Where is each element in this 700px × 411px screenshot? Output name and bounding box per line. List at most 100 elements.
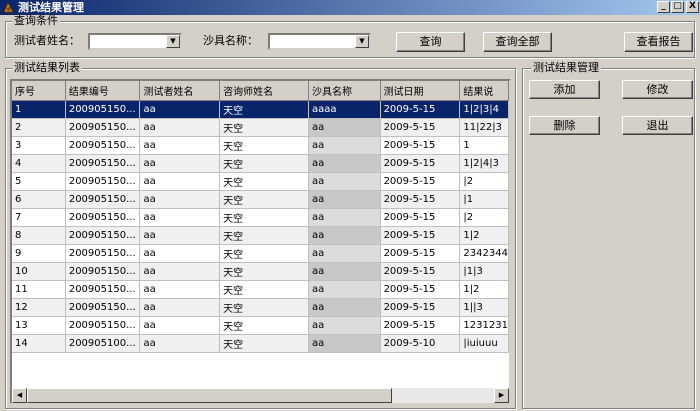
result-table: 序号 结果编号 测试者姓名 咨询师姓名 沙具名称 测试日期 结果说 1 200905150..…: [12, 81, 509, 353]
table-cell: aa: [308, 334, 381, 353]
result-list-legend: 测试结果列表: [12, 61, 82, 74]
table-cell: 天空: [219, 280, 310, 299]
table-cell: 12: [12, 298, 66, 317]
horizontal-scrollbar[interactable]: ◀ ▶: [12, 388, 509, 403]
view-report-button[interactable]: 查看报告: [624, 32, 693, 52]
table-cell: 200905150...: [65, 100, 141, 119]
table-cell: 1: [12, 100, 66, 119]
table-cell: 天空: [219, 316, 310, 335]
column-header[interactable]: 咨询师姓名: [219, 81, 310, 101]
table-cell: aa: [139, 244, 221, 263]
table-cell: 天空: [219, 334, 310, 353]
table-row[interactable]: 7 200905150... aa 天空 aa 2009-5-15 |2: [12, 208, 509, 227]
table-cell: 200905150...: [65, 208, 141, 227]
table-cell: 天空: [219, 172, 310, 191]
column-header[interactable]: 测试者姓名: [139, 81, 221, 101]
table-cell: 10: [12, 262, 66, 281]
column-header[interactable]: 测试日期: [380, 81, 461, 101]
table-cell: 200905150...: [65, 190, 141, 209]
query-button[interactable]: 查询: [396, 32, 465, 52]
table-cell: 1|2|3|4: [459, 100, 509, 119]
table-cell: 1|2: [459, 226, 509, 245]
table-cell: 天空: [219, 262, 310, 281]
table-cell: aa: [308, 262, 381, 281]
table-cell: 200905100...: [65, 334, 141, 353]
close-button[interactable]: X: [686, 1, 699, 13]
table-cell: 14: [12, 334, 66, 353]
table-cell: 200905150...: [65, 280, 141, 299]
column-header[interactable]: 结果说: [459, 81, 509, 101]
table-row[interactable]: 12 200905150... aa 天空 aa 2009-5-15 1||3: [12, 298, 509, 317]
table-cell: 2009-5-15: [380, 172, 461, 191]
table-row[interactable]: 9 200905150... aa 天空 aa 2009-5-15 2342344: [12, 244, 509, 263]
table-cell: 1||3: [459, 298, 509, 317]
scroll-right-icon[interactable]: ▶: [494, 388, 509, 403]
table-cell: 天空: [219, 154, 310, 173]
table-cell: 2342344: [459, 244, 509, 263]
column-header[interactable]: 结果编号: [65, 81, 141, 101]
maximize-button[interactable]: □: [671, 1, 684, 13]
table-cell: aa: [308, 280, 381, 299]
table-cell: 200905150...: [65, 244, 141, 263]
table-cell: aa: [308, 190, 381, 209]
table-cell: 天空: [219, 244, 310, 263]
delete-button[interactable]: 删除: [529, 116, 600, 135]
table-cell: aa: [139, 172, 221, 191]
table-row[interactable]: 1 200905150... aa 天空 aaaa 2009-5-15 1|2|3|4: [12, 100, 509, 119]
exit-button[interactable]: 退出: [622, 116, 693, 135]
column-header[interactable]: 序号: [12, 81, 66, 101]
table-cell: 天空: [219, 208, 310, 227]
table-row[interactable]: 10 200905150... aa 天空 aa 2009-5-15 |1|3: [12, 262, 509, 281]
table-cell: 200905150...: [65, 262, 141, 281]
table-cell: aa: [308, 226, 381, 245]
table-cell: 1|2|4|3: [459, 154, 509, 173]
table-cell: aa: [308, 208, 381, 227]
result-grid[interactable]: 序号 结果编号 测试者姓名 咨询师姓名 沙具名称 测试日期 结果说 1 200905150..…: [10, 79, 511, 404]
title-bar[interactable]: 测试结果管理 _ □ X: [0, 0, 700, 15]
table-cell: aa: [139, 262, 221, 281]
table-cell: 13: [12, 316, 66, 335]
table-cell: aaaa: [308, 100, 381, 119]
tester-name-combo[interactable]: ▼: [88, 33, 182, 50]
table-cell: 6: [12, 190, 66, 209]
tool-name-combo[interactable]: ▼: [268, 33, 371, 50]
table-cell: aa: [308, 154, 381, 173]
table-cell: 4: [12, 154, 66, 173]
table-cell: aa: [139, 280, 221, 299]
table-cell: aa: [308, 136, 381, 155]
table-cell: 200905150...: [65, 154, 141, 173]
query-legend: 查询条件: [12, 14, 60, 27]
table-cell: |2: [459, 208, 509, 227]
table-row[interactable]: 11 200905150... aa 天空 aa 2009-5-15 1|2: [12, 280, 509, 299]
chevron-down-icon[interactable]: ▼: [355, 35, 369, 48]
table-row[interactable]: 8 200905150... aa 天空 aa 2009-5-15 1|2: [12, 226, 509, 245]
table-cell: 1|2: [459, 280, 509, 299]
table-cell: 天空: [219, 298, 310, 317]
table-cell: aa: [139, 334, 221, 353]
table-cell: 天空: [219, 100, 310, 119]
table-row[interactable]: 14 200905100... aa 天空 aa 2009-5-10 |iuiuuu: [12, 334, 509, 353]
column-header[interactable]: 沙具名称: [308, 81, 381, 101]
table-cell: 1231231: [459, 316, 509, 335]
window-title: 测试结果管理: [18, 1, 84, 14]
query-all-button[interactable]: 查询全部: [483, 32, 552, 52]
table-row[interactable]: 4 200905150... aa 天空 aa 2009-5-15 1|2|4|3: [12, 154, 509, 173]
table-cell: aa: [308, 172, 381, 191]
table-cell: 2009-5-15: [380, 316, 461, 335]
table-cell: 9: [12, 244, 66, 263]
edit-button[interactable]: 修改: [622, 80, 693, 99]
table-row[interactable]: 5 200905150... aa 天空 aa 2009-5-15 |2: [12, 172, 509, 191]
table-cell: 11: [12, 280, 66, 299]
table-row[interactable]: 13 200905150... aa 天空 aa 2009-5-15 1231231: [12, 316, 509, 335]
table-row[interactable]: 2 200905150... aa 天空 aa 2009-5-15 11|22|3: [12, 118, 509, 137]
table-cell: aa: [308, 244, 381, 263]
table-row[interactable]: 6 200905150... aa 天空 aa 2009-5-15 |1: [12, 190, 509, 209]
minimize-button[interactable]: _: [657, 1, 670, 13]
scroll-thumb[interactable]: [27, 388, 392, 403]
scroll-left-icon[interactable]: ◀: [12, 388, 27, 403]
table-cell: 2009-5-15: [380, 226, 461, 245]
table-cell: 200905150...: [65, 118, 141, 137]
chevron-down-icon[interactable]: ▼: [166, 35, 180, 48]
table-row[interactable]: 3 200905150... aa 天空 aa 2009-5-15 1: [12, 136, 509, 155]
add-button[interactable]: 添加: [529, 80, 600, 99]
